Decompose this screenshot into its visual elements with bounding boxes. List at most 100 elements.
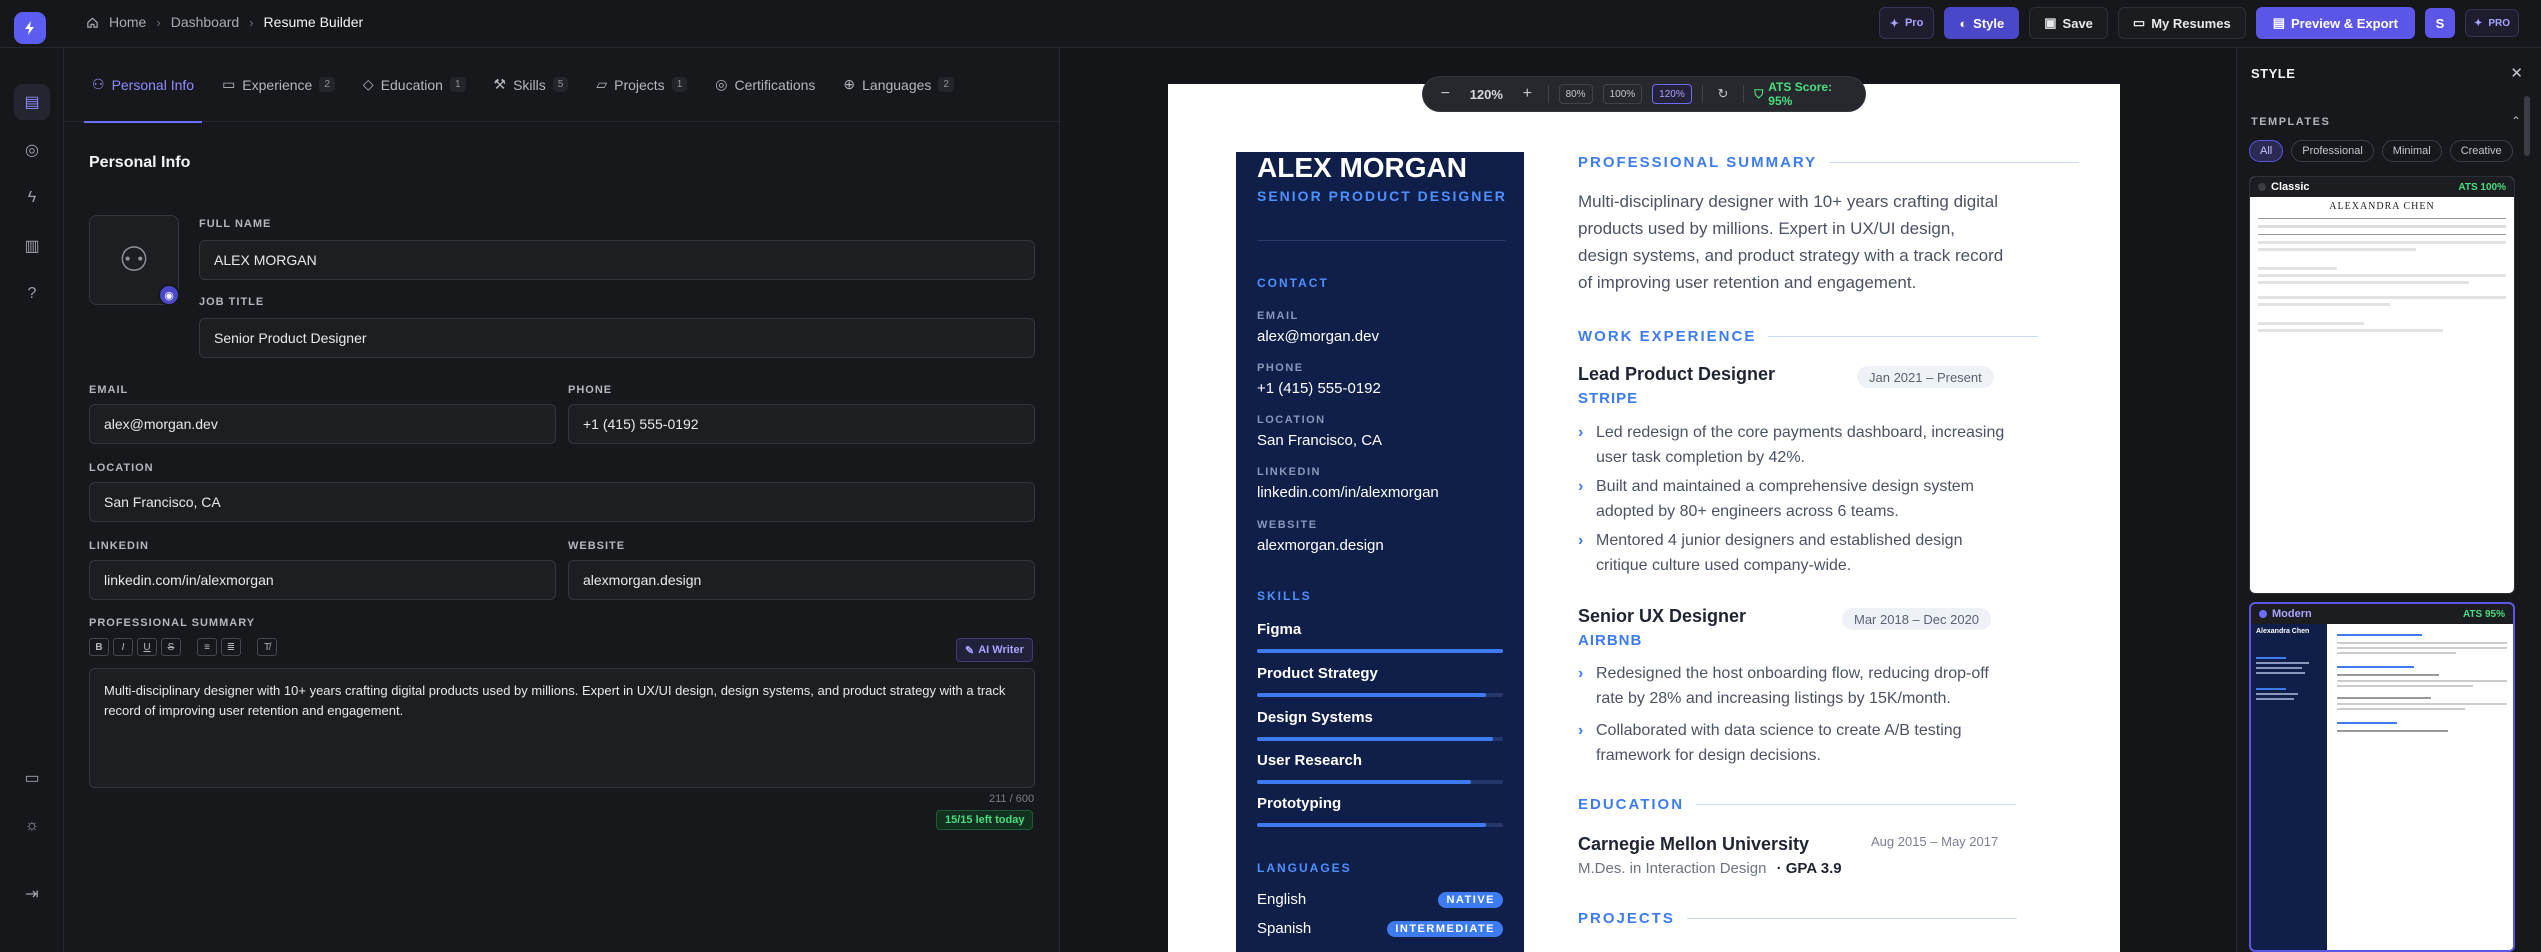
top-bar: Home › Dashboard › Resume Builder ✦ Pro ◐… [0,0,2541,48]
tab-languages[interactable]: ⊕ Languages 2 [829,48,968,122]
skill-name: Design Systems [1257,709,1373,726]
filter-minimal[interactable]: Minimal [2381,140,2442,162]
tab-education[interactable]: ◇ Education 1 [349,48,480,122]
numbered-list-icon[interactable]: ≣ [221,638,241,656]
tab-skills[interactable]: ⚒ Skills 5 [480,48,583,122]
wand-icon: ✎ [965,644,975,657]
preview-line [2337,730,2448,732]
skills-heading: SKILLS [1257,589,1312,603]
format-toolbar: B I U S ≡ ≣ T̸ [89,638,277,656]
skill-item: Design Systems [1257,709,1503,741]
chevron-right-icon: › [249,14,254,30]
pro-badge[interactable]: ✦ Pro [1878,7,1935,39]
document-icon[interactable]: ▤ [14,84,50,120]
sun-icon[interactable]: ☼ [14,808,50,844]
skill-name: Prototyping [1257,795,1342,812]
location-label: LOCATION [89,462,154,474]
strikethrough-icon[interactable]: S [161,638,181,656]
job-company: AIRBNB [1578,632,1643,649]
projects-heading: PROJECTS [1578,910,2017,927]
linkedin-label: LINKEDIN [89,540,149,552]
close-icon[interactable]: ✕ [2510,64,2523,82]
preview-line [2337,685,2473,687]
filter-all[interactable]: All [2249,140,2284,162]
underline-icon[interactable]: U [137,638,157,656]
camera-icon[interactable]: ◉ [158,284,180,306]
chevron-up-icon[interactable]: ⌃ [2511,114,2521,128]
filter-creative[interactable]: Creative [2449,140,2513,162]
preview-line [2337,642,2507,644]
app-logo[interactable] [14,12,46,44]
zoom-preset-100[interactable]: 100% [1602,84,1643,104]
zoom-out-icon[interactable]: − [1435,85,1456,103]
phone-field[interactable]: +1 (415) 555-0192 [568,404,1035,444]
bold-icon[interactable]: B [89,638,109,656]
award-icon[interactable]: ◎ [14,132,50,168]
tab-count: 2 [319,77,335,92]
scrollbar[interactable] [2524,96,2530,156]
divider [1701,85,1703,103]
ai-writer-button[interactable]: ✎ AI Writer [956,638,1033,662]
style-button[interactable]: ◐ Style [1944,7,2020,39]
zoom-level: 120% [1469,86,1503,102]
preview-export-button[interactable]: ▤ Preview & Export [2255,7,2415,39]
job-title: Senior UX Designer [1578,606,1747,626]
bolt-icon[interactable]: ϟ [14,180,50,216]
tab-experience[interactable]: ▭ Experience 2 [208,48,349,122]
preview-line [2256,662,2310,664]
italic-icon[interactable]: I [113,638,133,656]
skill-fill [1257,693,1486,697]
tab-label: Experience [242,76,313,93]
template-card-modern[interactable]: Modern ATS 95% Alexandra Chen [2249,602,2515,952]
preview-line [2258,296,2506,299]
divider [1257,240,1505,241]
preview-line [2256,667,2302,669]
section-title: Personal Info [89,154,191,171]
tab-label: Personal Info [111,76,195,93]
my-resumes-button[interactable]: ▭ My Resumes [2117,7,2246,39]
contact-value: linkedin.com/in/alexmorgan [1257,484,1439,501]
editor-panel: ⚇ Personal Info ▭ Experience 2 ◇ Education 1 … [64,48,1060,952]
bolt-icon [25,21,34,35]
filter-professional[interactable]: Professional [2291,140,2374,162]
skill-bar [1257,780,1503,784]
bullet-list-icon[interactable]: ≡ [197,638,217,656]
reset-icon[interactable]: ↻ [1713,86,1734,102]
tab-label: Education [380,76,443,93]
help-icon[interactable]: ? [14,276,50,312]
file-icon[interactable]: ▥ [14,228,50,264]
save-button[interactable]: ▣ Save [2029,7,2108,39]
template-card-classic[interactable]: Classic ATS 100% ALEXANDRA CHEN [2249,176,2515,594]
education-heading: EDUCATION [1578,796,2017,813]
chat-icon[interactable]: ▭ [14,760,50,796]
zoom-in-icon[interactable]: + [1517,85,1538,103]
job-title-input[interactable]: Senior Product Designer [199,318,1035,358]
summary-textarea[interactable]: Multi-disciplinary designer with 10+ yea… [89,668,1035,788]
email-field[interactable]: alex@morgan.dev [89,404,556,444]
zoom-preset-120[interactable]: 120% [1652,84,1692,104]
job-bullet: Mentored 4 junior designers and establis… [1578,528,2018,578]
template-preview-name: Alexandra Chen [2256,628,2310,635]
save-label: Save [2062,15,2093,31]
website-field[interactable]: alexmorgan.design [568,560,1035,600]
tab-personal-info[interactable]: ⚇ Personal Info [78,48,208,123]
tab-projects[interactable]: ▱ Projects 1 [582,48,701,122]
avatar[interactable]: S [2424,8,2455,38]
breadcrumb-home[interactable]: Home [109,14,146,30]
full-name-input[interactable]: ALEX MORGAN [199,240,1035,280]
clear-format-icon[interactable]: T̸ [257,638,277,656]
breadcrumb: Home › Dashboard › Resume Builder [86,14,363,30]
linkedin-field[interactable]: linkedin.com/in/alexmorgan [89,560,556,600]
zoom-preset-80[interactable]: 80% [1558,84,1593,104]
language-name: English [1257,891,1307,908]
location-field[interactable]: San Francisco, CA [89,482,1035,522]
job-dates: Mar 2018 – Dec 2020 [1842,608,1992,630]
template-name: Classic [2258,181,2310,193]
breadcrumb-dashboard[interactable]: Dashboard [171,14,240,30]
preview-line [2337,722,2397,724]
divider [2258,218,2506,219]
tab-certifications[interactable]: ◎ Certifications [701,48,829,122]
contact-key: LINKEDIN [1257,466,1321,478]
style-panel: STYLE ✕ TEMPLATES ⌃ All Professional Min… [2236,48,2541,952]
logout-icon[interactable]: ⇥ [14,876,50,912]
